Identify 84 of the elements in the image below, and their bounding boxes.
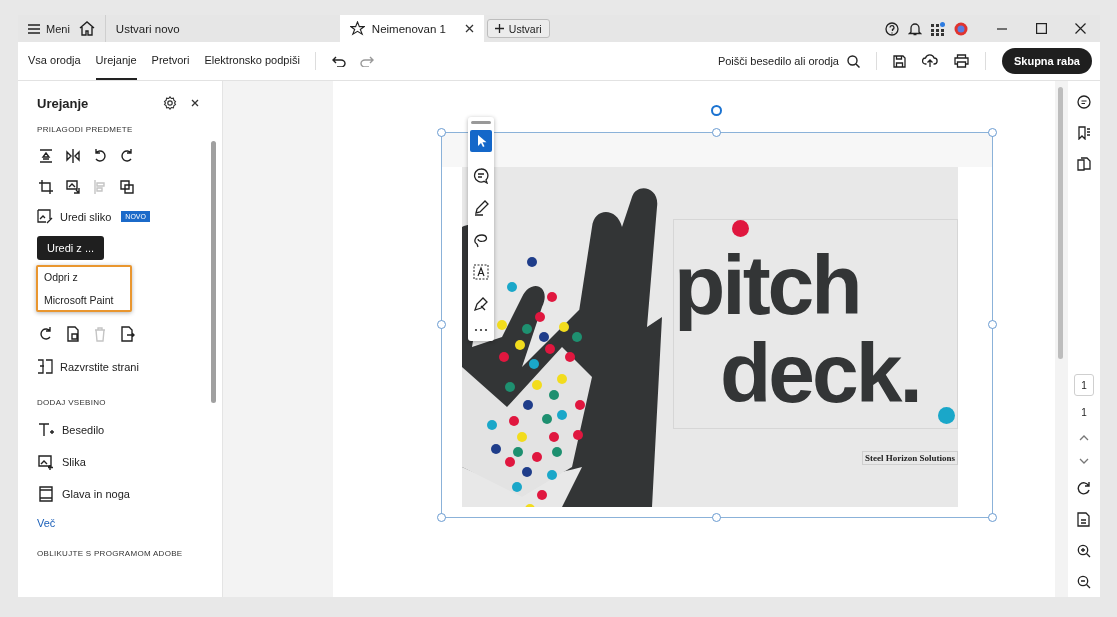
resize-handle[interactable] xyxy=(712,513,721,522)
share-button[interactable]: Skupna raba xyxy=(1001,48,1092,74)
resize-handle[interactable] xyxy=(988,320,997,329)
document-tab[interactable]: Ustvari novo xyxy=(104,15,255,42)
menu-item[interactable]: Microsoft Paint xyxy=(44,294,124,306)
more-link[interactable]: Več xyxy=(37,517,209,529)
text-tool-button[interactable]: Besedilo xyxy=(37,421,105,439)
chevron-up-icon[interactable] xyxy=(1079,435,1089,441)
resize-handle[interactable] xyxy=(437,128,446,137)
chevron-down-icon[interactable] xyxy=(1079,458,1089,464)
header-icon xyxy=(37,485,55,503)
help-icon[interactable] xyxy=(885,21,899,36)
more-icon[interactable] xyxy=(474,328,488,332)
insert-icon[interactable] xyxy=(118,325,136,343)
close-icon[interactable] xyxy=(191,99,199,107)
section-heading: PRILAGODI PREDMETE xyxy=(37,125,134,134)
search-icon xyxy=(846,54,860,68)
image-tool-button[interactable]: Slika xyxy=(37,453,86,471)
maximize-icon[interactable] xyxy=(1036,23,1047,34)
search-button[interactable]: Poišči besedilo ali orodja xyxy=(717,54,860,68)
replace-icon[interactable] xyxy=(64,178,82,196)
resize-handle[interactable] xyxy=(437,513,446,522)
image-edit-icon xyxy=(37,209,53,224)
arrange-icon[interactable] xyxy=(118,178,136,196)
menu-item[interactable]: Odpri z xyxy=(44,271,124,283)
lasso-icon[interactable] xyxy=(473,232,489,248)
print-icon[interactable] xyxy=(953,54,969,68)
bell-icon[interactable] xyxy=(908,21,922,36)
edit-with-button[interactable]: Uredi z ... xyxy=(37,236,105,260)
undo-icon[interactable] xyxy=(331,55,346,67)
avatar-icon[interactable] xyxy=(954,21,968,36)
refresh-icon[interactable] xyxy=(1077,481,1091,495)
image-icon xyxy=(37,453,55,471)
zoom-in-icon[interactable] xyxy=(1077,544,1091,558)
pen-icon[interactable] xyxy=(473,200,489,216)
flipv-icon[interactable] xyxy=(37,147,55,165)
resize-handle[interactable] xyxy=(712,128,721,137)
comment-icon[interactable] xyxy=(1077,95,1091,109)
section-heading: OBLIKUJTE S PROGRAMOM ADOBE xyxy=(37,549,184,558)
plus-icon xyxy=(494,24,504,33)
organize-pages-button[interactable]: Razvrstite strani xyxy=(37,359,139,374)
pages-icon[interactable] xyxy=(1077,157,1091,171)
accent-dot xyxy=(938,407,955,424)
page-count: 1 xyxy=(1081,407,1087,418)
apps-icon[interactable] xyxy=(931,21,945,36)
header-tool-button[interactable]: Glava in noga xyxy=(37,485,130,503)
rotate-handle[interactable] xyxy=(711,105,722,116)
settings-icon[interactable] xyxy=(163,96,177,110)
section-heading: DODAJ VSEBINO xyxy=(37,398,107,407)
home-icon[interactable] xyxy=(78,21,95,36)
redo-icon[interactable] xyxy=(359,55,374,67)
extract-icon[interactable] xyxy=(64,325,82,343)
pointer-icon[interactable] xyxy=(470,130,492,152)
fliph-icon[interactable] xyxy=(64,147,82,165)
document-tab[interactable]: Neimenovan 1 xyxy=(339,15,484,42)
comment-icon[interactable] xyxy=(473,168,489,184)
text-icon xyxy=(37,421,55,439)
page-fit-icon[interactable] xyxy=(1077,512,1091,527)
resize-handle[interactable] xyxy=(437,320,446,329)
close-icon[interactable] xyxy=(464,24,474,33)
edit-image-button[interactable]: Uredi sliko xyxy=(37,209,112,224)
cloud-upload-icon[interactable] xyxy=(921,54,938,68)
close-icon[interactable] xyxy=(1075,23,1086,34)
menu-button[interactable]: Meni xyxy=(28,22,70,35)
star-icon xyxy=(349,21,365,36)
accent-dot xyxy=(732,220,749,237)
save-icon[interactable] xyxy=(892,54,906,68)
crop-icon[interactable] xyxy=(37,178,55,196)
page-number-field[interactable]: 1 xyxy=(1074,374,1094,396)
new-tab-button[interactable]: Ustvari xyxy=(486,19,550,38)
tool-tab[interactable]: Pretvori xyxy=(151,42,190,80)
resize-handle[interactable] xyxy=(988,128,997,137)
text-box-icon[interactable] xyxy=(473,264,489,280)
resize-handle[interactable] xyxy=(988,513,997,522)
zoom-out-icon[interactable] xyxy=(1077,575,1091,589)
tool-tab[interactable]: Urejanje xyxy=(95,42,137,80)
company-name: Steel Horizon Solutions xyxy=(862,451,958,465)
bookmark-icon[interactable] xyxy=(1077,126,1091,140)
sign-icon[interactable] xyxy=(473,296,489,312)
tool-tab[interactable]: Elektronsko podpiši xyxy=(204,42,300,80)
menu-icon xyxy=(28,23,40,34)
tool-tab[interactable]: Vsa orodja xyxy=(28,42,81,80)
panel-title: Urejanje xyxy=(37,95,90,111)
pages-icon xyxy=(37,359,53,374)
